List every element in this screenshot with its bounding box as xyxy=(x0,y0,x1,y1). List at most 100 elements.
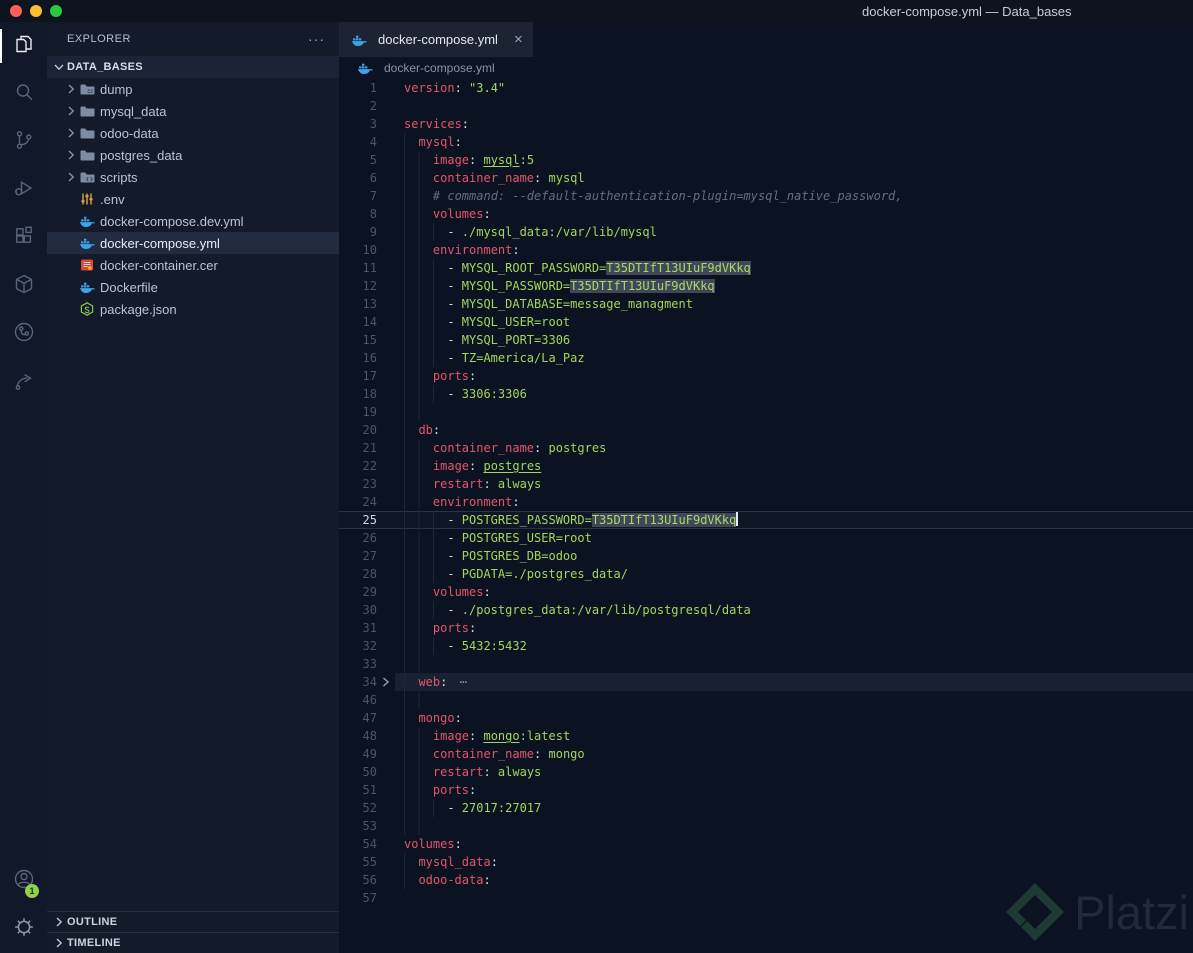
tree-item-env[interactable]: .env xyxy=(47,188,339,210)
tree-item-package-json[interactable]: package.json xyxy=(47,298,339,320)
line-number[interactable]: 2 xyxy=(339,97,395,115)
activity-explorer-button[interactable] xyxy=(0,22,47,70)
code-line[interactable]: 47 mongo: xyxy=(339,709,1193,727)
line-number[interactable]: 55 xyxy=(339,853,395,871)
line-number[interactable]: 9 xyxy=(339,223,395,241)
code-line[interactable]: 1 version: "3.4" xyxy=(339,79,1193,97)
code-line[interactable]: 57 xyxy=(339,889,1193,907)
activity-run-debug-button[interactable] xyxy=(0,166,47,214)
close-window-button[interactable] xyxy=(10,5,22,17)
line-number[interactable]: 52 xyxy=(339,799,395,817)
line-number[interactable]: 18 xyxy=(339,385,395,403)
line-number[interactable]: 13 xyxy=(339,295,395,313)
line-number[interactable]: 49 xyxy=(339,745,395,763)
tree-item-dump[interactable]: dump xyxy=(47,78,339,100)
code-line[interactable]: 11- MYSQL_ROOT_PASSWORD=T35DTIfT13UIuF9d… xyxy=(339,259,1193,277)
code-line[interactable]: 30- ./postgres_data:/var/lib/postgresql/… xyxy=(339,601,1193,619)
line-number[interactable]: 24 xyxy=(339,493,395,511)
outline-panel-header[interactable]: OUTLINE xyxy=(47,911,339,932)
line-number[interactable]: 10 xyxy=(339,241,395,259)
line-number[interactable]: 25 xyxy=(339,511,395,529)
line-number[interactable]: 20 xyxy=(339,421,395,439)
line-number[interactable]: 1 xyxy=(339,79,395,97)
line-number[interactable]: 56 xyxy=(339,871,395,889)
line-number[interactable]: 26 xyxy=(339,529,395,547)
timeline-panel-header[interactable]: TIMELINE xyxy=(47,932,339,953)
line-number[interactable]: 22 xyxy=(339,457,395,475)
activity-gitlens-button[interactable] xyxy=(0,310,47,358)
code-line[interactable]: 53 xyxy=(339,817,1193,835)
code-line[interactable]: 5 image: mysql:5 xyxy=(339,151,1193,169)
code-line[interactable]: 26- POSTGRES_USER=root xyxy=(339,529,1193,547)
maximize-window-button[interactable] xyxy=(50,5,62,17)
line-number[interactable]: 50 xyxy=(339,763,395,781)
line-number[interactable]: 30 xyxy=(339,601,395,619)
code-line[interactable]: 12- MYSQL_PASSWORD=T35DTIfT13UIuF9dVKkq xyxy=(339,277,1193,295)
line-number[interactable]: 57 xyxy=(339,889,395,907)
tree-item-docker-compose-dev-yml[interactable]: docker-compose.dev.yml xyxy=(47,210,339,232)
line-number[interactable]: 17 xyxy=(339,367,395,385)
line-number[interactable]: 15 xyxy=(339,331,395,349)
line-number[interactable]: 34 xyxy=(339,673,395,691)
code-line[interactable]: 8 volumes: xyxy=(339,205,1193,223)
code-line[interactable]: 32- 5432:5432 xyxy=(339,637,1193,655)
code-line[interactable]: 2 xyxy=(339,97,1193,115)
code-line[interactable]: 3 services: xyxy=(339,115,1193,133)
code-line[interactable]: 46 xyxy=(339,691,1193,709)
code-line[interactable]: 52- 27017:27017 xyxy=(339,799,1193,817)
code-line[interactable]: 29 volumes: xyxy=(339,583,1193,601)
activity-docker-extension-button[interactable] xyxy=(0,262,47,310)
code-line[interactable]: 55 mysql_data: xyxy=(339,853,1193,871)
line-number[interactable]: 33 xyxy=(339,655,395,673)
line-number[interactable]: 19 xyxy=(339,403,395,421)
code-line[interactable]: 50 restart: always xyxy=(339,763,1193,781)
workspace-root-row[interactable]: DATA_BASES xyxy=(47,56,339,78)
tree-item-postgres-data[interactable]: postgres_data xyxy=(47,144,339,166)
code-line[interactable]: 19 xyxy=(339,403,1193,421)
code-line[interactable]: 23 restart: always xyxy=(339,475,1193,493)
activity-search-button[interactable] xyxy=(0,70,47,118)
code-line[interactable]: 31 ports: xyxy=(339,619,1193,637)
code-line[interactable]: 49 container_name: mongo xyxy=(339,745,1193,763)
line-number[interactable]: 46 xyxy=(339,691,395,709)
code-line[interactable]: 14- MYSQL_USER=root xyxy=(339,313,1193,331)
code-line[interactable]: 24 environment: xyxy=(339,493,1193,511)
activity-live-share-button[interactable] xyxy=(0,358,47,406)
minimize-window-button[interactable] xyxy=(30,5,42,17)
tree-item-docker-compose-yml[interactable]: docker-compose.yml xyxy=(47,232,339,254)
line-number[interactable]: 3 xyxy=(339,115,395,133)
line-number[interactable]: 53 xyxy=(339,817,395,835)
fold-chevron-icon[interactable] xyxy=(379,674,393,690)
line-number[interactable]: 7 xyxy=(339,187,395,205)
code-line[interactable]: 51 ports: xyxy=(339,781,1193,799)
code-line[interactable]: 54 volumes: xyxy=(339,835,1193,853)
tree-item-scripts[interactable]: scripts xyxy=(47,166,339,188)
line-number[interactable]: 5 xyxy=(339,151,395,169)
line-number[interactable]: 23 xyxy=(339,475,395,493)
line-number[interactable]: 4 xyxy=(339,133,395,151)
code-line[interactable]: 56 odoo-data: xyxy=(339,871,1193,889)
code-line[interactable]: 20 db: xyxy=(339,421,1193,439)
code-line[interactable]: 25- POSTGRES_PASSWORD=T35DTIfT13UIuF9dVK… xyxy=(339,511,1193,529)
line-number[interactable]: 14 xyxy=(339,313,395,331)
line-number[interactable]: 51 xyxy=(339,781,395,799)
line-number[interactable]: 32 xyxy=(339,637,395,655)
code-line[interactable]: 16- TZ=America/La_Paz xyxy=(339,349,1193,367)
activity-extensions-button[interactable] xyxy=(0,214,47,262)
line-number[interactable]: 47 xyxy=(339,709,395,727)
code-line[interactable]: 6 container_name: mysql xyxy=(339,169,1193,187)
code-line[interactable]: 18- 3306:3306 xyxy=(339,385,1193,403)
tab-docker-compose-yml[interactable]: docker-compose.yml × xyxy=(339,22,533,57)
line-number[interactable]: 8 xyxy=(339,205,395,223)
line-number[interactable]: 12 xyxy=(339,277,395,295)
close-tab-icon[interactable]: × xyxy=(514,32,523,47)
line-number[interactable]: 31 xyxy=(339,619,395,637)
tree-item-docker-container-cer[interactable]: docker-container.cer xyxy=(47,254,339,276)
line-number[interactable]: 27 xyxy=(339,547,395,565)
settings-button[interactable] xyxy=(0,905,47,953)
code-line[interactable]: 9- ./mysql_data:/var/lib/mysql xyxy=(339,223,1193,241)
code-line[interactable]: 28- PGDATA=./postgres_data/ xyxy=(339,565,1193,583)
line-number[interactable]: 11 xyxy=(339,259,395,277)
code-line[interactable]: 10 environment: xyxy=(339,241,1193,259)
line-number[interactable]: 21 xyxy=(339,439,395,457)
